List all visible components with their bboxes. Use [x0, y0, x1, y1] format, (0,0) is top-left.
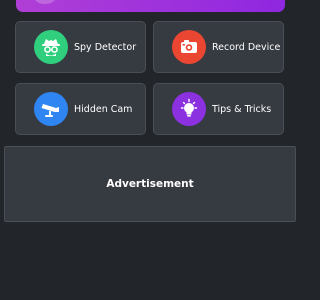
top-banner[interactable]	[16, 0, 285, 12]
advertisement-banner[interactable]: Advertisement	[4, 146, 296, 222]
hidden-cam-button[interactable]: Hidden Cam	[15, 83, 146, 135]
spy-detector-button[interactable]: Spy Detector	[15, 21, 146, 73]
tips-tricks-label: Tips & Tricks	[212, 103, 272, 115]
spy-icon	[34, 30, 68, 64]
app-screen: Spy Detector Record Device Hidden Cam Ti…	[0, 0, 300, 300]
record-device-label: Record Device	[212, 41, 281, 53]
record-device-button[interactable]: Record Device	[153, 21, 284, 73]
lightbulb-icon	[172, 92, 206, 126]
hidden-cam-label: Hidden Cam	[74, 103, 133, 115]
camera-icon	[172, 30, 206, 64]
cctv-icon	[34, 92, 68, 126]
advertisement-label: Advertisement	[106, 178, 194, 190]
spy-detector-label: Spy Detector	[74, 41, 137, 53]
tips-tricks-button[interactable]: Tips & Tricks	[153, 83, 284, 135]
